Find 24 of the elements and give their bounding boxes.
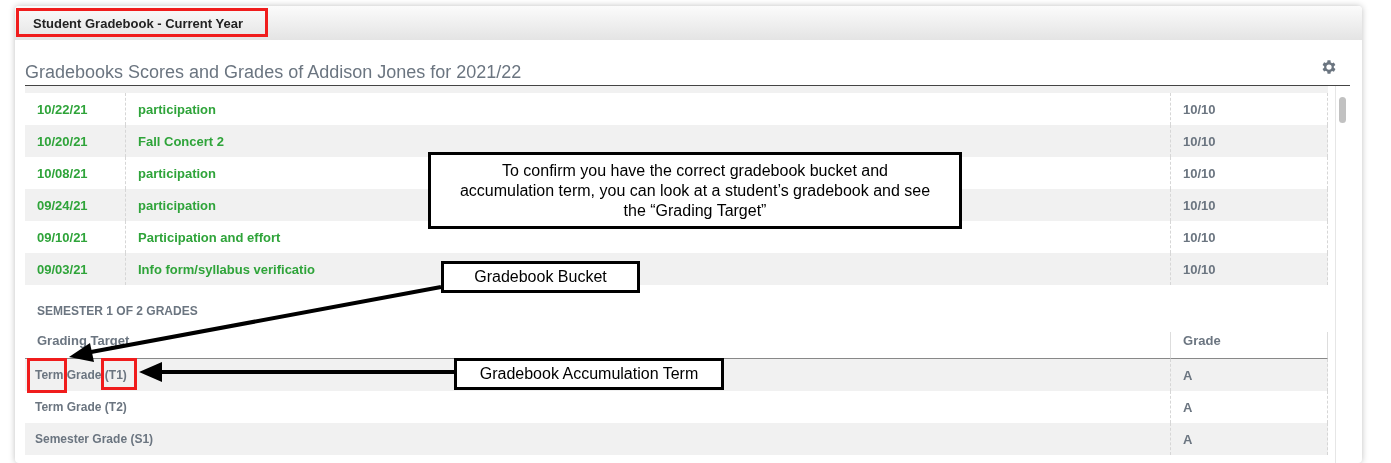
score-cell: 10/10 (1170, 189, 1329, 221)
settings-icon[interactable] (1320, 58, 1338, 76)
date-cell-text: 10/20/21 (36, 132, 89, 151)
score-cell: 10/10 (1170, 125, 1329, 157)
date-cell-text: 09/24/21 (36, 196, 89, 215)
grading-target-cell: Semester Grade (S1) (35, 432, 154, 446)
panel-title: Student Gradebook - Current Year (33, 15, 243, 31)
date-cell-text: 10/22/21 (36, 100, 89, 119)
scrollbar-thumb[interactable] (1339, 97, 1347, 123)
callout-label: Gradebook Bucket (441, 261, 640, 293)
grade-cell: A (1170, 359, 1329, 391)
date-cell-text: 10/08/21 (36, 164, 89, 183)
date-cell-text: 09/03/21 (36, 260, 89, 279)
grading-target-cell: Term Grade (T2) (35, 400, 127, 414)
highlight-frame (101, 358, 137, 390)
gradebook-heading: Gradebooks Scores and Grades of Addison Jones for 2021/22 (25, 61, 522, 83)
section-title: SEMESTER 1 OF 2 GRADES (36, 303, 199, 320)
grading-target-cell: Term Grade (T1) (35, 368, 127, 382)
highlight-frame (27, 358, 67, 393)
callout-label: Gradebook Accumulation Term (454, 358, 724, 390)
score-cell: 10/10 (1170, 253, 1329, 285)
callout-note: To confirm you have the correct gradebook bucket and accumulation term, you can look at a student’s gradebook and see the “Grading Target” (428, 152, 962, 229)
grade-cell: A (1170, 423, 1329, 455)
date-cell-text: 09/10/21 (36, 228, 89, 247)
